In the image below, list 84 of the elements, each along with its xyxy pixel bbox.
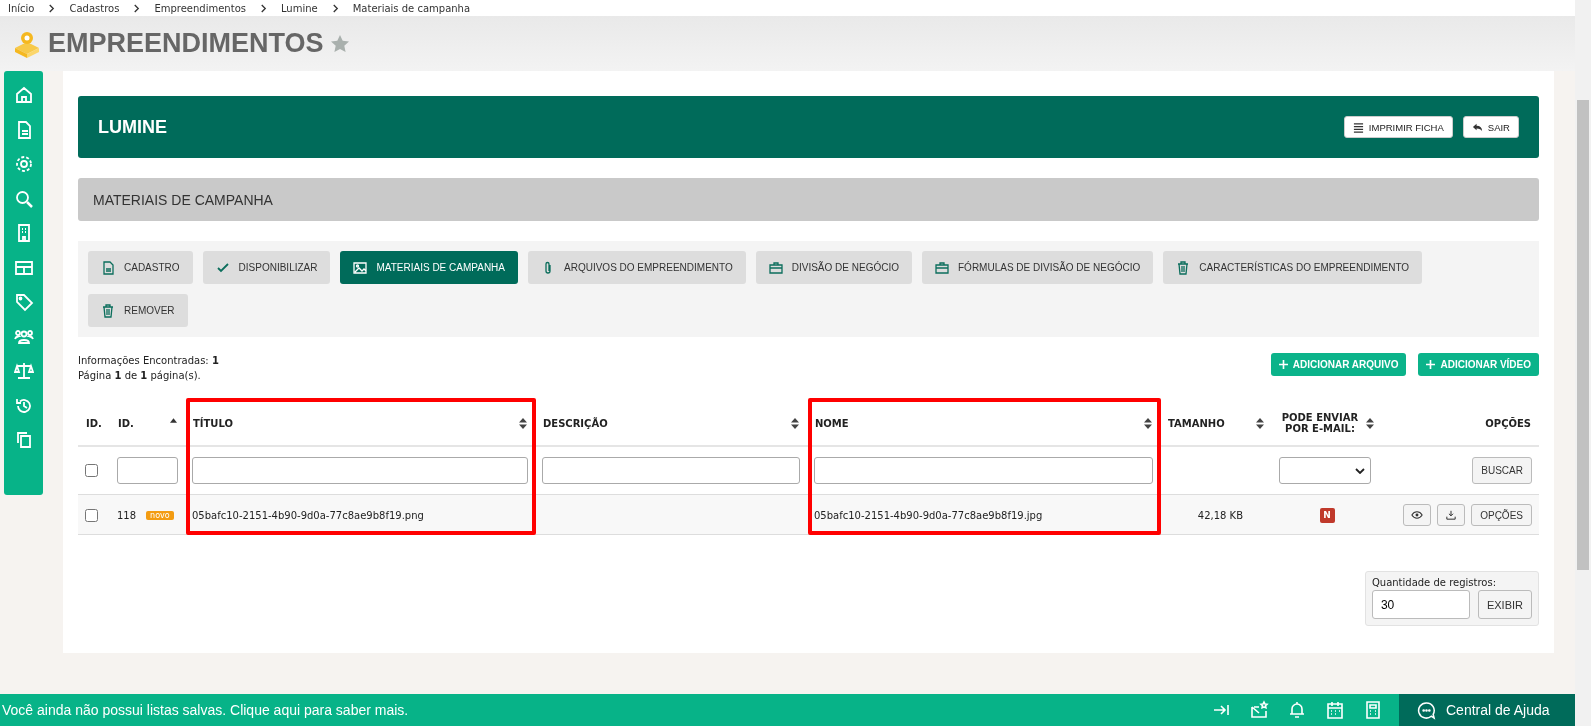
sort-icon[interactable] bbox=[1256, 417, 1264, 429]
filter-field[interactable] bbox=[814, 457, 1153, 484]
tag-icon[interactable] bbox=[13, 292, 34, 312]
tab[interactable]: ARQUIVOS DO EMPREENDIMENTO bbox=[528, 251, 746, 284]
results-info: Informações Encontradas: 1 bbox=[78, 354, 219, 368]
checkbox[interactable] bbox=[85, 464, 98, 477]
tab[interactable]: DIVISÃO DE NEGÓCIO bbox=[755, 251, 912, 284]
results-info: Página 1 de 1 página(s). bbox=[78, 369, 202, 383]
check-icon bbox=[215, 260, 230, 275]
image-icon bbox=[353, 260, 368, 275]
download-icon bbox=[1445, 510, 1458, 520]
page-title: EMPREENDIMENTOS bbox=[48, 28, 324, 59]
calculator-icon[interactable] bbox=[1363, 700, 1383, 720]
sort-icon[interactable] bbox=[1366, 417, 1374, 429]
breadcrumb-link[interactable]: Lumine bbox=[280, 2, 318, 14]
column-header: ID. bbox=[86, 417, 102, 429]
column-header: OPÇÕES bbox=[1485, 417, 1531, 429]
show-button[interactable]: EXIBIR bbox=[1477, 590, 1532, 619]
search-icon[interactable] bbox=[13, 188, 34, 209]
row-checkbox[interactable] bbox=[85, 508, 98, 522]
plus-icon bbox=[1278, 360, 1288, 369]
tab[interactable]: CADASTRO bbox=[88, 251, 193, 284]
filter-field[interactable] bbox=[542, 457, 800, 484]
section-title: MATERIAIS DE CAMPANHA bbox=[93, 191, 273, 208]
column-header[interactable]: PODE ENVIAR POR E-MAIL: bbox=[1280, 412, 1360, 434]
tab[interactable]: CARACTERÍSTICAS DO EMPREENDIMENTO bbox=[1163, 251, 1423, 284]
exit-button[interactable]: SAIR bbox=[1462, 116, 1519, 138]
search-button[interactable]: BUSCAR bbox=[1472, 457, 1532, 484]
filter-field[interactable] bbox=[192, 457, 528, 484]
sort-icon[interactable] bbox=[1144, 417, 1152, 429]
table-cell: 05bafc10-2151-4b90-9d0a-77c8ae9b8f19.jpg bbox=[814, 509, 1043, 521]
breadcrumb-link[interactable]: Cadastros bbox=[69, 2, 120, 14]
chevron-icon bbox=[259, 3, 267, 13]
sort-icon[interactable] bbox=[791, 417, 799, 429]
help-button[interactable]: Central de Ajuda bbox=[1399, 694, 1575, 726]
back-arrow-icon bbox=[1471, 121, 1483, 133]
chevron-icon bbox=[48, 3, 56, 13]
trash-icon bbox=[101, 303, 115, 318]
breadcrumb-link[interactable]: Empreendimentos bbox=[154, 2, 246, 14]
document-icon bbox=[101, 260, 115, 275]
tab[interactable]: DISPONIBILIZAR bbox=[202, 251, 331, 284]
print-button[interactable]: IMPRIMIR FICHA bbox=[1343, 116, 1453, 138]
settings-icon[interactable] bbox=[13, 154, 34, 174]
breadcrumb-link[interactable]: Início bbox=[8, 2, 35, 14]
filter-dropdown[interactable] bbox=[1279, 457, 1371, 484]
table-cell-text: 42,18 KB bbox=[1197, 509, 1244, 521]
options-button[interactable]: OPÇÕES bbox=[1471, 504, 1532, 526]
column-header[interactable]: ID. bbox=[118, 417, 134, 429]
records-field[interactable]: 30 bbox=[1371, 590, 1470, 619]
home-icon[interactable] bbox=[13, 85, 34, 105]
column-header[interactable]: NOME bbox=[815, 417, 849, 429]
download-button[interactable] bbox=[1437, 504, 1466, 526]
scale-icon[interactable] bbox=[13, 361, 34, 381]
star-icon[interactable] bbox=[329, 33, 350, 54]
column-header[interactable]: TAMANHO bbox=[1168, 417, 1225, 429]
calendar-icon[interactable] bbox=[1325, 700, 1345, 720]
tab[interactable]: MATERIAIS DE CAMPANHA bbox=[340, 251, 518, 284]
chevron-icon bbox=[133, 3, 141, 13]
tab[interactable]: REMOVER bbox=[88, 294, 188, 327]
records-label: Quantidade de registros: bbox=[1371, 577, 1498, 588]
chevron-icon bbox=[331, 3, 339, 13]
list-icon bbox=[1352, 121, 1364, 133]
bell-icon[interactable] bbox=[1287, 700, 1307, 720]
eye-icon bbox=[1411, 510, 1424, 520]
column-header[interactable]: TÍTULO bbox=[193, 417, 233, 429]
plus-icon bbox=[1426, 360, 1436, 369]
briefcase-icon bbox=[768, 260, 783, 275]
new-badge: novo bbox=[146, 510, 174, 520]
breadcrumb-link[interactable]: Materiais de campanha bbox=[352, 2, 471, 14]
record-title: LUMINE bbox=[98, 116, 167, 138]
trash-icon bbox=[1176, 260, 1191, 275]
chat-bubble-icon bbox=[1417, 700, 1436, 720]
sort-up-icon[interactable] bbox=[170, 417, 177, 423]
sort-icon[interactable] bbox=[519, 417, 527, 429]
chevron-down-icon bbox=[1355, 467, 1365, 474]
mail-star-icon[interactable] bbox=[1249, 700, 1269, 720]
filter-field[interactable] bbox=[117, 457, 178, 484]
view-button[interactable] bbox=[1403, 504, 1432, 526]
scrollbar[interactable] bbox=[1575, 0, 1591, 726]
table-cell: 05bafc10-2151-4b90-9d0a-77c8ae9b8f19.png bbox=[192, 509, 424, 521]
table-cell: 118 bbox=[117, 509, 137, 521]
briefcase-icon bbox=[935, 260, 949, 275]
column-header[interactable]: DESCRIÇÃO bbox=[543, 417, 608, 429]
tab[interactable]: FÓRMULAS DE DIVISÃO DE NEGÓCIO bbox=[922, 251, 1154, 284]
